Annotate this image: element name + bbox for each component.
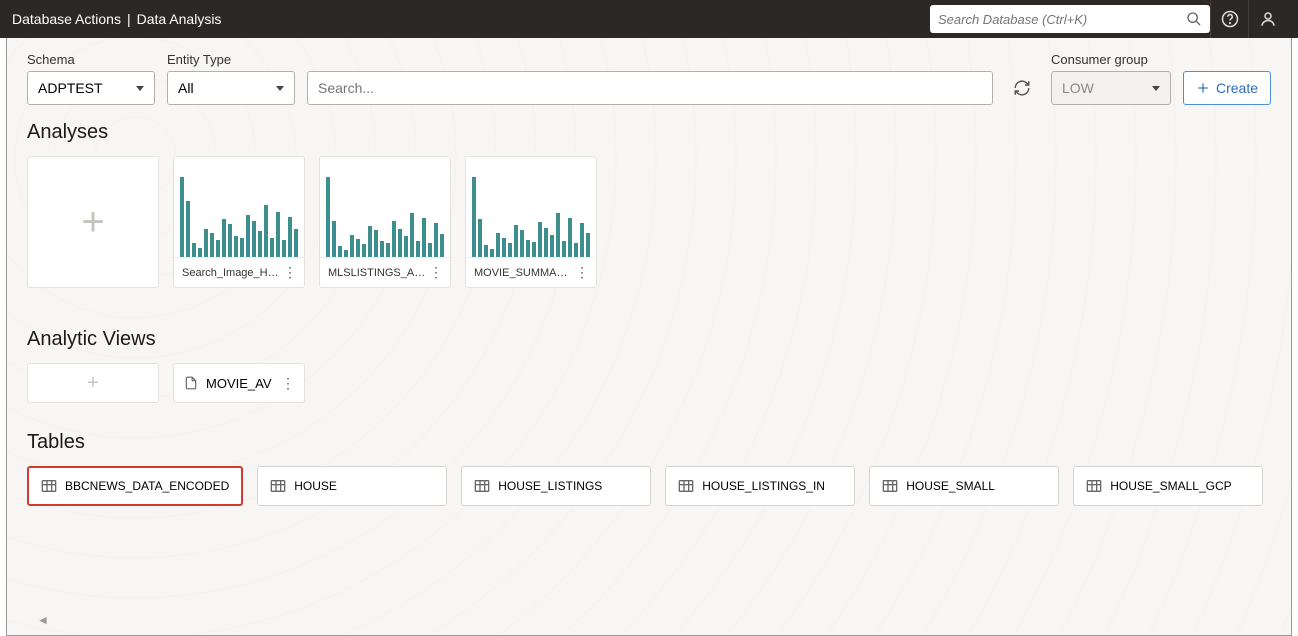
content-search[interactable]: [307, 71, 993, 105]
analytic-view-name: MOVIE_AV: [206, 376, 272, 391]
table-icon: [270, 479, 286, 493]
table-icon: [1086, 479, 1102, 493]
table-name: BBCNEWS_DATA_ENCODED: [65, 479, 229, 493]
analyses-row: + Search_Image_Hug... ⋮ MLSLISTINGS_ANA.…: [27, 156, 1271, 288]
table-card[interactable]: HOUSE_SMALL: [869, 466, 1059, 506]
chevron-down-icon: [136, 86, 144, 91]
more-icon[interactable]: ⋮: [575, 264, 588, 281]
analysis-name: MLSLISTINGS_ANA...: [328, 267, 428, 279]
table-name: HOUSE_SMALL_GCP: [1110, 479, 1231, 493]
chevron-down-icon: [1152, 86, 1160, 91]
filters-row: Schema ADPTEST Entity Type All Consumer …: [27, 52, 1271, 105]
top-bar: Database Actions | Data Analysis: [0, 0, 1298, 38]
chart-thumbnail: [466, 157, 596, 257]
table-card[interactable]: HOUSE_LISTINGS: [461, 466, 651, 506]
more-icon[interactable]: ⋮: [283, 264, 296, 281]
analysis-card[interactable]: MLSLISTINGS_ANA... ⋮: [319, 156, 451, 288]
schema-select[interactable]: ADPTEST: [27, 71, 155, 105]
breadcrumb-page[interactable]: Data Analysis: [137, 11, 222, 27]
analytic-views-heading: Analytic Views: [27, 328, 1271, 351]
help-button[interactable]: [1210, 0, 1248, 38]
chart-thumbnail: [320, 157, 450, 257]
table-card[interactable]: HOUSE_SMALL_GCP: [1073, 466, 1263, 506]
consumer-group-select[interactable]: LOW: [1051, 71, 1171, 105]
create-button[interactable]: Create: [1183, 71, 1271, 105]
analysis-card[interactable]: MOVIE_SUMMARY... ⋮: [465, 156, 597, 288]
scroll-left-arrow[interactable]: ◄: [37, 613, 49, 627]
table-name: HOUSE: [294, 479, 337, 493]
table-icon: [882, 479, 898, 493]
table-icon: [41, 479, 57, 493]
content-search-input[interactable]: [318, 80, 982, 96]
chart-thumbnail: [174, 157, 304, 257]
tables-heading: Tables: [27, 431, 1271, 454]
refresh-button[interactable]: [1005, 71, 1039, 105]
table-icon: [678, 479, 694, 493]
table-card[interactable]: HOUSE_LISTINGS_IN: [665, 466, 855, 506]
document-icon: [184, 376, 198, 390]
table-name: HOUSE_SMALL: [906, 479, 995, 493]
more-icon[interactable]: ⋮: [429, 264, 442, 281]
tables-row: BBCNEWS_DATA_ENCODED HOUSE HOUSE_LISTINGS H…: [27, 466, 1271, 506]
plus-icon: [1196, 81, 1210, 95]
consumer-group-label: Consumer group: [1051, 52, 1171, 67]
schema-label: Schema: [27, 52, 155, 67]
analysis-name: MOVIE_SUMMARY...: [474, 267, 574, 279]
analyses-heading: Analyses: [27, 121, 1271, 144]
entity-type-select[interactable]: All: [167, 71, 295, 105]
search-icon[interactable]: [1186, 11, 1202, 27]
breadcrumb-app[interactable]: Database Actions: [12, 11, 121, 27]
new-analysis-card[interactable]: +: [27, 156, 159, 288]
entity-type-label: Entity Type: [167, 52, 295, 67]
table-name: HOUSE_LISTINGS_IN: [702, 479, 825, 493]
global-search[interactable]: [930, 5, 1210, 33]
table-name: HOUSE_LISTINGS: [498, 479, 602, 493]
user-button[interactable]: [1248, 0, 1286, 38]
chevron-down-icon: [276, 86, 284, 91]
global-search-input[interactable]: [938, 12, 1186, 27]
plus-icon: +: [87, 372, 99, 395]
table-card[interactable]: HOUSE: [257, 466, 447, 506]
new-analytic-view-card[interactable]: +: [27, 363, 159, 403]
analytic-view-card[interactable]: MOVIE_AV ⋮: [173, 363, 305, 403]
plus-icon: +: [81, 202, 104, 242]
analysis-name: Search_Image_Hug...: [182, 267, 282, 279]
more-icon[interactable]: ⋮: [281, 375, 294, 392]
breadcrumb: Database Actions | Data Analysis: [12, 11, 221, 27]
table-icon: [474, 479, 490, 493]
analytic-views-row: + MOVIE_AV ⋮: [27, 363, 1271, 403]
table-card[interactable]: BBCNEWS_DATA_ENCODED: [27, 466, 243, 506]
analysis-card[interactable]: Search_Image_Hug... ⋮: [173, 156, 305, 288]
main-content: Schema ADPTEST Entity Type All Consumer …: [6, 38, 1292, 636]
